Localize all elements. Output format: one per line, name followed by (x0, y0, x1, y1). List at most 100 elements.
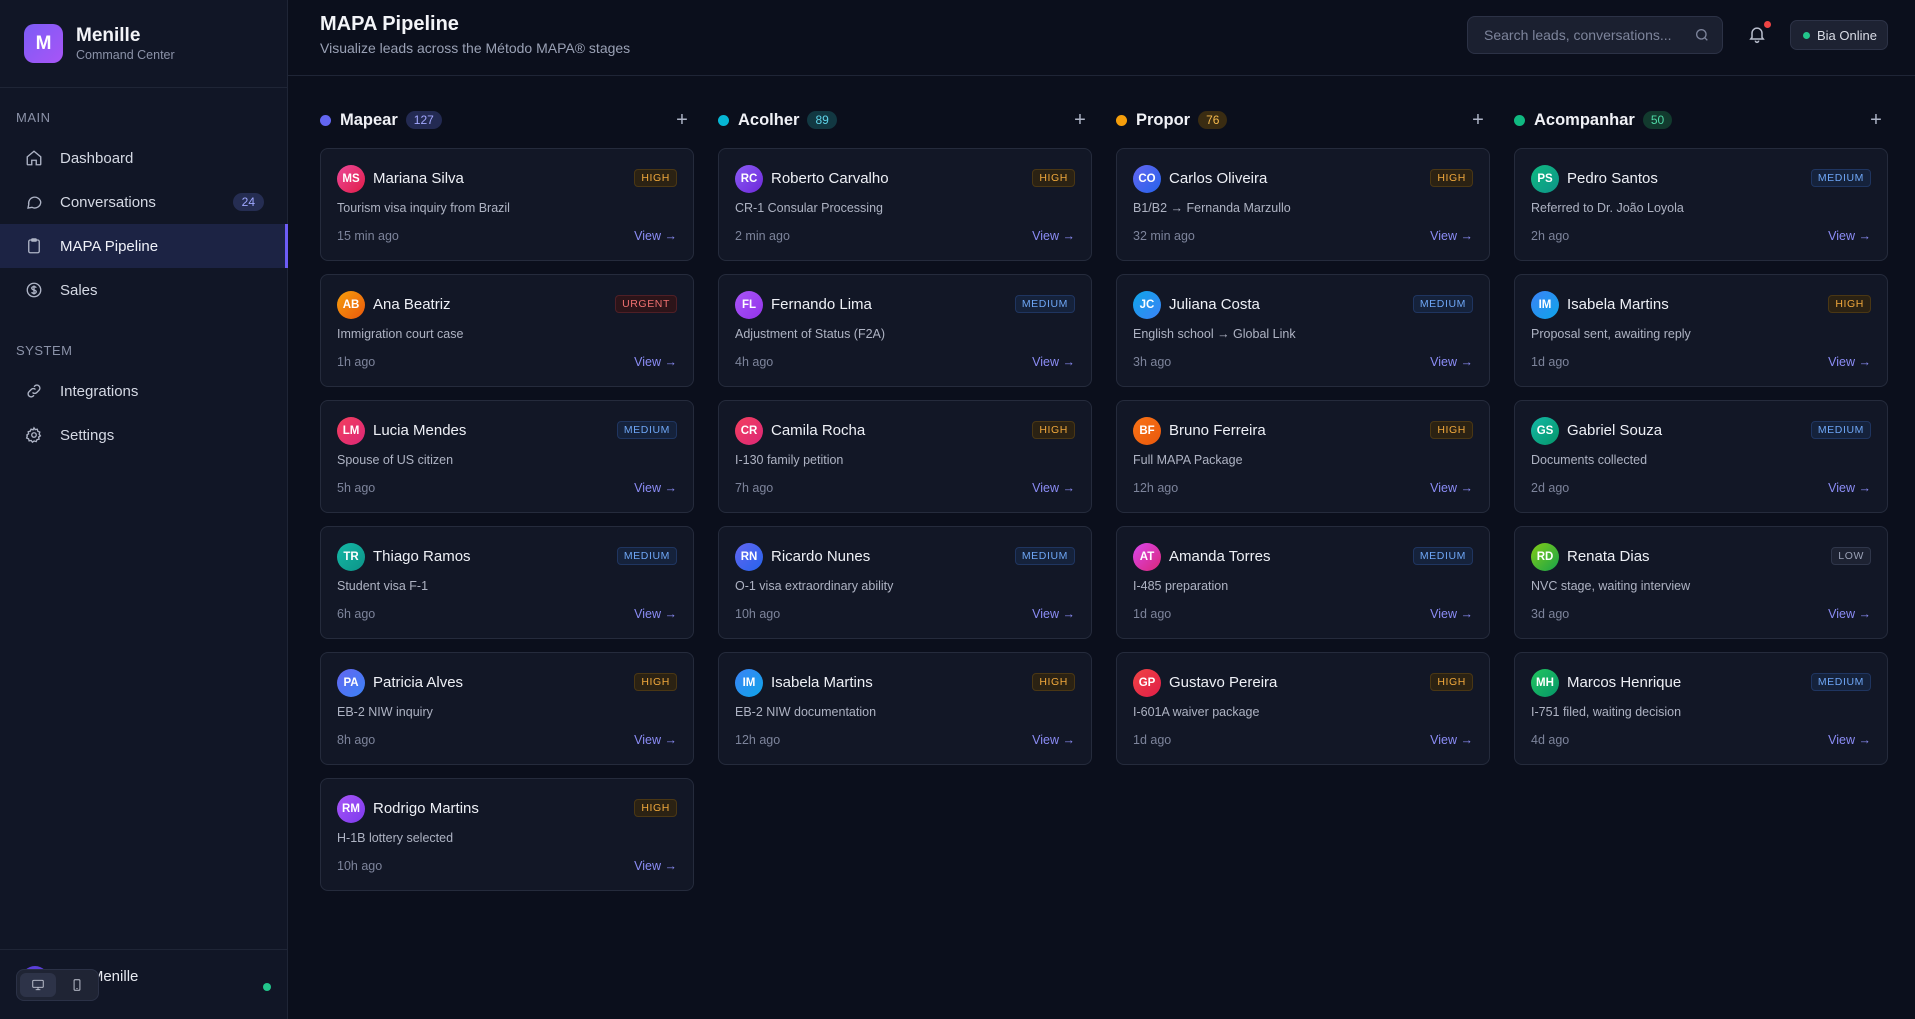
avatar: JC (1133, 291, 1161, 319)
lead-card[interactable]: BF Bruno Ferreira HIGH Full MAPA Package 12h… (1116, 400, 1490, 513)
search-icon[interactable] (1694, 27, 1710, 43)
view-lead-link[interactable]: View → (634, 229, 677, 243)
lead-description: Tourism visa inquiry from Brazil (337, 201, 510, 215)
view-lead-link[interactable]: View → (634, 355, 677, 369)
chat-icon (24, 192, 44, 212)
lead-card[interactable]: GP Gustavo Pereira HIGH I-601A waiver packa… (1116, 652, 1490, 765)
lead-timestamp: 4h ago (735, 355, 774, 369)
view-lead-link[interactable]: View → (634, 481, 677, 495)
view-lead-link[interactable]: View → (1430, 607, 1473, 621)
lead-card[interactable]: MS Mariana Silva HIGH Tourism visa inquiry … (320, 148, 694, 261)
lead-card[interactable]: MH Marcos Henrique MEDIUM I-751 filed, wait… (1514, 652, 1888, 765)
lead-name: Roberto Carvalho (771, 170, 889, 187)
view-lead-link[interactable]: View → (1430, 733, 1473, 747)
add-lead-button[interactable]: + (1468, 108, 1488, 132)
search-input[interactable] (1468, 17, 1678, 53)
view-lead-link[interactable]: View → (1828, 229, 1871, 243)
assistant-status-badge[interactable]: Bia Online (1790, 20, 1888, 50)
view-lead-link[interactable]: View → (1828, 607, 1871, 621)
lead-timestamp: 4d ago (1531, 733, 1570, 747)
phone-icon (73, 979, 81, 991)
desktop-view-button[interactable] (20, 973, 56, 997)
sidebar-item-mapa-pipeline[interactable]: MAPA Pipeline (0, 224, 288, 268)
lead-card[interactable]: PA Patricia Alves HIGH EB-2 NIW inquiry 8h a… (320, 652, 694, 765)
lead-description: I-601A waiver package (1133, 705, 1260, 719)
lead-card[interactable]: IM Isabela Martins HIGH Proposal sent, awai… (1514, 274, 1888, 387)
lead-card[interactable]: RN Ricardo Nunes MEDIUM O-1 visa extraordin… (718, 526, 1092, 639)
pipeline-column-propor: Propor 76 + CO Carlos Oliveira HIGH B1/B2 → Fe… (1116, 108, 1490, 765)
lead-name: Ricardo Nunes (771, 548, 871, 565)
lead-name: Ana Beatriz (373, 296, 451, 313)
lead-card[interactable]: AB Ana Beatriz URGENT Immigration court cas… (320, 274, 694, 387)
view-lead-link[interactable]: View → (634, 859, 677, 873)
search-box (1467, 16, 1723, 54)
priority-badge: HIGH (1828, 295, 1871, 313)
view-lead-link[interactable]: View → (1828, 481, 1871, 495)
add-lead-button[interactable]: + (672, 108, 692, 132)
lead-card[interactable]: IM Isabela Martins HIGH EB-2 NIW documentat… (718, 652, 1092, 765)
lead-card[interactable]: FL Fernando Lima MEDIUM Adjustment of Statu… (718, 274, 1092, 387)
notifications-button[interactable] (1747, 21, 1771, 46)
lead-name: Gabriel Souza (1567, 422, 1663, 439)
lead-card[interactable]: JC Juliana Costa MEDIUM English school → Gl… (1116, 274, 1490, 387)
view-lead-link[interactable]: View → (1032, 229, 1075, 243)
link-icon (24, 381, 44, 401)
view-lead-link[interactable]: View → (1430, 355, 1473, 369)
lead-timestamp: 1d ago (1531, 355, 1570, 369)
lead-card[interactable]: CO Carlos Oliveira HIGH B1/B2 → Fernanda Ma… (1116, 148, 1490, 261)
sidebar-item-label: Settings (60, 426, 115, 444)
view-lead-link[interactable]: View → (1430, 481, 1473, 495)
avatar: FL (735, 291, 763, 319)
add-lead-button[interactable]: + (1070, 108, 1090, 132)
lead-description: Adjustment of Status (F2A) (735, 327, 886, 341)
lead-card[interactable]: RM Rodrigo Martins HIGH H-1B lottery select… (320, 778, 694, 891)
sidebar-item-integrations[interactable]: Integrations (0, 369, 288, 413)
view-lead-link[interactable]: View → (1032, 481, 1075, 495)
pipeline-column-acolher: Acolher 89 + RC Roberto Carvalho HIGH CR-1 Con… (718, 108, 1092, 765)
view-lead-link[interactable]: View → (634, 607, 677, 621)
sidebar-item-dashboard[interactable]: Dashboard (0, 136, 288, 180)
sidebar-item-conversations[interactable]: Conversations 24 (0, 180, 288, 224)
view-lead-link[interactable]: View → (1032, 733, 1075, 747)
avatar: PS (1531, 165, 1559, 193)
lead-card[interactable]: AT Amanda Torres MEDIUM I-485 preparation 1d… (1116, 526, 1490, 639)
lead-card[interactable]: GS Gabriel Souza MEDIUM Documents collected… (1514, 400, 1888, 513)
view-lead-link[interactable]: View → (634, 733, 677, 747)
lead-name: Renata Dias (1567, 548, 1650, 565)
avatar: IM (1531, 291, 1559, 319)
lead-name: Carlos Oliveira (1169, 170, 1268, 187)
add-lead-button[interactable]: + (1866, 108, 1886, 132)
sidebar-item-label: MAPA Pipeline (60, 237, 159, 255)
sidebar-item-sales[interactable]: Sales (0, 268, 288, 312)
header: MAPA Pipeline Visualize leads across the… (288, 0, 1915, 76)
lead-name: Mariana Silva (373, 170, 464, 187)
lead-card[interactable]: LM Lucia Mendes MEDIUM Spouse of US citizen… (320, 400, 694, 513)
avatar: RD (1531, 543, 1559, 571)
pipeline-column-mapear: Mapear 127 + MS Mariana Silva HIGH Tourism vis… (320, 108, 694, 891)
lead-timestamp: 7h ago (735, 481, 774, 495)
lead-card[interactable]: RD Renata Dias LOW NVC stage, waiting inter… (1514, 526, 1888, 639)
lead-card[interactable]: TR Thiago Ramos MEDIUM Student visa F-1 6h a… (320, 526, 694, 639)
lead-card[interactable]: CR Camila Rocha HIGH I-130 family petition 7… (718, 400, 1092, 513)
column-count-badge: 89 (807, 111, 837, 129)
avatar: RN (735, 543, 763, 571)
lead-card[interactable]: RC Roberto Carvalho HIGH CR-1 Consular Proc… (718, 148, 1092, 261)
mobile-view-button[interactable] (60, 973, 96, 997)
view-lead-link[interactable]: View → (1828, 355, 1871, 369)
notification-dot (1764, 21, 1771, 28)
view-lead-link[interactable]: View → (1828, 733, 1871, 747)
sidebar-item-label: Conversations (60, 193, 156, 211)
column-title: Acolher (738, 110, 800, 129)
view-lead-link[interactable]: View → (1032, 607, 1075, 621)
view-lead-link[interactable]: View → (1032, 355, 1075, 369)
column-count-badge: 127 (405, 111, 442, 129)
gear-icon (24, 425, 44, 445)
lead-card[interactable]: PS Pedro Santos MEDIUM Referred to Dr. João… (1514, 148, 1888, 261)
priority-badge: MEDIUM (1810, 169, 1871, 187)
view-lead-link[interactable]: View → (1430, 229, 1473, 243)
sidebar-item-label: Sales (60, 281, 98, 299)
sidebar-item-label: Dashboard (60, 149, 134, 167)
sidebar-item-settings[interactable]: Settings (0, 413, 288, 457)
column-header: Mapear 127 + (320, 108, 694, 132)
avatar: BF (1133, 417, 1161, 445)
